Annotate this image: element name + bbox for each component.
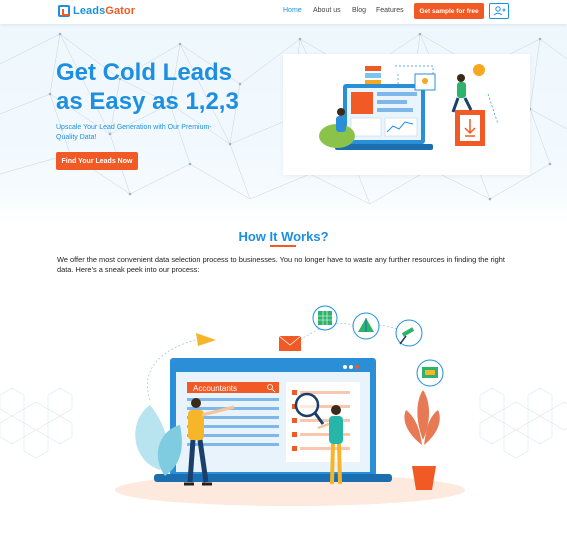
nav-link-blog[interactable]: Blog (352, 7, 366, 14)
process-illustration: Accountants (0, 305, 567, 506)
logo-icon (58, 5, 70, 17)
add-user-icon (493, 6, 506, 16)
hero-illustration (283, 54, 530, 175)
section-description: We offer the most convenient data select… (57, 255, 505, 274)
nav-link-home[interactable]: Home (283, 7, 302, 14)
brand-name: LeadsGator (73, 5, 136, 17)
navbar: LeadsGator Home About us Blog Features G… (0, 0, 567, 24)
get-sample-button[interactable]: Get sample for free (414, 3, 484, 19)
search-label: Accountants (193, 384, 237, 393)
find-leads-button[interactable]: Find Your Leads Now (56, 152, 138, 170)
section-title: How It Works? (238, 229, 329, 244)
hero-title: Get Cold Leads as Easy as 1,2,3 (56, 59, 239, 115)
laptop-dashboard-illustration (319, 64, 499, 150)
brand-logo[interactable]: LeadsGator (58, 4, 135, 18)
title-underline (270, 245, 296, 247)
hero-section: Get Cold Leads as Easy as 1,2,3 Upscale … (0, 24, 567, 224)
nav-link-about[interactable]: About us (313, 7, 341, 14)
hero-subtitle: Upscale Your Lead Generation with Our Pr… (56, 124, 212, 141)
add-user-button[interactable] (489, 3, 509, 19)
nav-link-features[interactable]: Features (376, 7, 404, 14)
